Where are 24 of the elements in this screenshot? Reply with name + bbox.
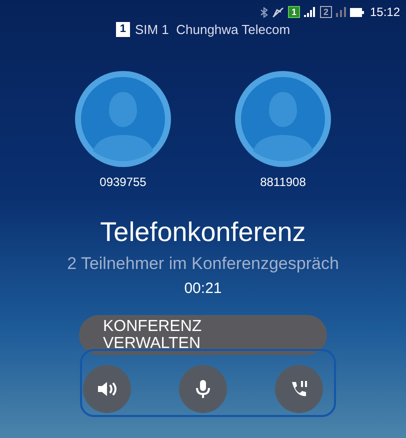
bluetooth-icon bbox=[260, 6, 268, 18]
avatar-silhouette-icon bbox=[235, 71, 331, 167]
avatar-silhouette-icon bbox=[75, 71, 171, 167]
sim-badge: 2 bbox=[320, 6, 332, 18]
clock-time: 15:12 bbox=[370, 5, 400, 19]
call-subtitle: 2 Teilnehmer im Konferenzgespräch bbox=[67, 254, 339, 274]
mute-button[interactable] bbox=[179, 365, 227, 413]
sim-badge: 1 bbox=[116, 22, 130, 37]
sim-badge: 1 bbox=[288, 6, 300, 18]
participant-number: 8811908 bbox=[260, 175, 306, 189]
microphone-icon bbox=[195, 379, 211, 399]
call-timer: 00:21 bbox=[184, 280, 222, 297]
battery-icon bbox=[350, 8, 364, 16]
speaker-icon bbox=[97, 381, 117, 397]
hold-button[interactable] bbox=[275, 365, 323, 413]
participant-number: 0939755 bbox=[100, 175, 146, 189]
call-title: Telefonkonferenz bbox=[100, 217, 306, 248]
signal-icon bbox=[304, 7, 316, 17]
manage-conference-button[interactable]: KONFERENZ VERWALTEN bbox=[79, 315, 327, 355]
signal-icon bbox=[336, 7, 346, 17]
phone-pause-icon bbox=[290, 380, 308, 398]
mute-icon bbox=[272, 6, 284, 18]
carrier-name: SIM 1 Chunghwa Telecom bbox=[134, 22, 290, 37]
speaker-button[interactable] bbox=[83, 365, 131, 413]
